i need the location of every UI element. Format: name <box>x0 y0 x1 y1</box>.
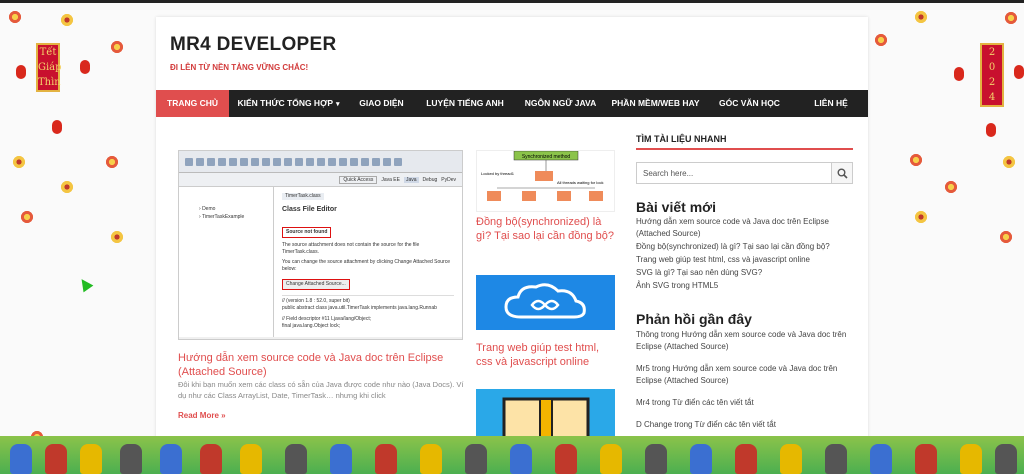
side-post-thumbnail-sync[interactable]: Synchronized method Locked by thread1 Al… <box>476 150 615 212</box>
search-button[interactable] <box>831 162 853 184</box>
tet-decoration-right: 2 0 2 4 <box>874 5 1024 445</box>
recent-posts-title: Bài viết mới <box>636 199 716 215</box>
eclipse-editor: TimerTask.class Class File Editor Source… <box>274 187 462 337</box>
recent-post-link[interactable]: SVG là gì? Tại sao nên dùng SVG? <box>636 267 856 279</box>
side-post-thumbnail-codepen[interactable] <box>476 275 615 330</box>
eclipse-package-explorer: › Demo › TimerTaskExample <box>179 187 274 337</box>
widget-divider <box>636 148 853 150</box>
nav-item-contact[interactable]: LIÊN HỆ <box>794 90 868 117</box>
svg-text:Locked by thread1: Locked by thread1 <box>481 171 515 176</box>
nav-item-general-knowledge[interactable]: KIẾN THỨC TỔNG HỢP ▾ <box>229 90 348 117</box>
side-post-title-sync[interactable]: Đồng bộ(synchronized) là gì? Tại sao lại… <box>476 215 616 243</box>
page-container: MR4 DEVELOPER ĐI LÊN TỪ NỀN TẢNG VỮNG CH… <box>156 17 868 474</box>
site-title[interactable]: MR4 DEVELOPER <box>170 34 337 56</box>
top-bar <box>0 0 1024 3</box>
tet-decoration-bottom <box>0 436 1024 474</box>
site-tagline: ĐI LÊN TỪ NỀN TẢNG VỮNG CHẮC! <box>170 63 309 72</box>
tet-banner-left: Tết Giáp Thìn <box>36 43 62 92</box>
nav-item-home[interactable]: TRANG CHỦ <box>156 90 229 117</box>
main-post-thumbnail[interactable]: Quick Access Java EE Java Debug PyDev › … <box>178 150 463 340</box>
search-icon <box>837 168 848 179</box>
recent-post-link[interactable]: Hướng dẫn xem source code và Java doc tr… <box>636 216 856 240</box>
nav-item-interface[interactable]: GIAO DIỆN <box>348 90 415 117</box>
nav-item-literature[interactable]: GÓC VĂN HỌC <box>705 90 794 117</box>
year-banner-right: 2 0 2 4 <box>980 43 1004 107</box>
read-more-link[interactable]: Read More » <box>178 411 226 420</box>
recent-comment-item[interactable]: Mr5 trong Hướng dẫn xem source code và J… <box>636 363 856 387</box>
eclipse-perspectives: Quick Access Java EE Java Debug PyDev <box>179 173 462 187</box>
recent-comment-item[interactable]: D Change trong Từ điển các tên viết tắt <box>636 419 856 431</box>
side-post-title-test-online[interactable]: Trang web giúp test html, css và javascr… <box>476 341 616 369</box>
recent-post-link[interactable]: Ảnh SVG trong HTML5 <box>636 280 856 292</box>
recent-comment-item[interactable]: Thông trong Hướng dẫn xem source code và… <box>636 329 856 353</box>
eclipse-toolbar <box>179 151 462 173</box>
recent-posts-list: Hướng dẫn xem source code và Java doc tr… <box>636 216 856 293</box>
recent-post-link[interactable]: Trang web giúp test html, css và javascr… <box>636 254 856 266</box>
search-widget-title: TÌM TÀI LIỆU NHANH <box>636 134 727 144</box>
recent-comments-title: Phản hồi gần đây <box>636 311 752 327</box>
main-post-title[interactable]: Hướng dẫn xem source code và Java doc tr… <box>178 351 468 379</box>
nav-item-english[interactable]: LUYỆN TIẾNG ANH <box>415 90 515 117</box>
recent-post-link[interactable]: Đồng bộ(synchronized) là gì? Tại sao lại… <box>636 241 856 253</box>
main-post-excerpt: Đôi khi bạn muốn xem các class có sẵn củ… <box>178 380 464 400</box>
svg-text:Synchronized method: Synchronized method <box>522 154 571 160</box>
chevron-down-icon: ▾ <box>336 101 340 108</box>
main-nav: TRANG CHỦ KIẾN THỨC TỔNG HỢP ▾ GIAO DIỆN … <box>156 90 868 117</box>
tet-decoration-left: Tết Giáp Thìn <box>0 5 150 445</box>
nav-item-java[interactable]: NGÔN NGỮ JAVA <box>515 90 606 117</box>
nav-item-software[interactable]: PHẦN MỀM/WEB HAY <box>606 90 705 117</box>
recent-comment-item[interactable]: Mr4 trong Từ điển các tên viết tắt <box>636 397 856 409</box>
svg-text:All threads waiting for lock: All threads waiting for lock <box>557 180 603 185</box>
recent-comments-list: Thông trong Hướng dẫn xem source code và… <box>636 329 856 432</box>
search-input[interactable]: Search here... <box>636 162 832 184</box>
